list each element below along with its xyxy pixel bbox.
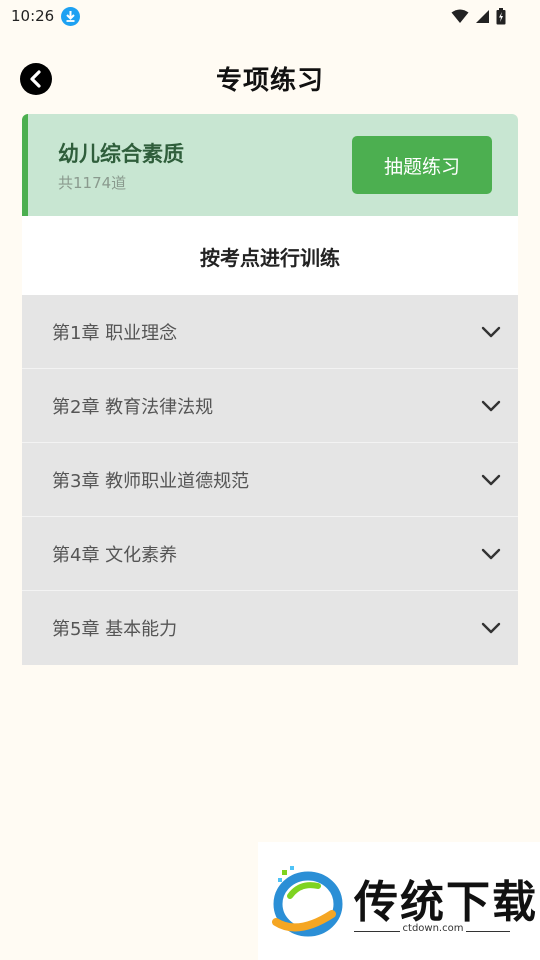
page-title: 专项练习 <box>215 65 324 96</box>
question-count: 共1174道 <box>58 174 127 192</box>
chapter-list: 第1章 职业理念 第2章 教育法律法规 第3章 教师职业道德规范 第4章 文化素… <box>22 295 518 665</box>
wifi-icon <box>451 9 469 23</box>
chapter-label: 第5章 基本能力 <box>52 619 178 640</box>
watermark-url: ctdown.com <box>402 923 464 934</box>
section-title: 按考点进行训练 <box>200 245 340 270</box>
chapter-label: 第2章 教育法律法规 <box>52 396 214 418</box>
battery-icon <box>496 7 506 24</box>
random-practice-button[interactable]: 抽题练习 <box>352 136 492 194</box>
back-button[interactable] <box>20 63 52 95</box>
status-right <box>451 7 506 25</box>
watermark: 传统下载 ctdown.com <box>258 842 540 960</box>
chapter-item-5[interactable]: 第5章 基本能力 <box>22 591 518 665</box>
chevron-down-icon[interactable] <box>480 543 502 565</box>
chevron-left-icon <box>30 70 41 88</box>
chevron-down-icon[interactable] <box>480 617 502 639</box>
subject-summary-card: 幼儿综合素质 共1174道 抽题练习 <box>22 114 518 216</box>
chevron-down-icon[interactable] <box>480 395 502 417</box>
chapter-item-1[interactable]: 第1章 职业理念 <box>22 295 518 369</box>
watermark-brand: 传统下载 <box>354 877 538 928</box>
subject-name: 幼儿综合素质 <box>58 142 184 166</box>
chapter-label: 第4章 文化素养 <box>52 544 178 566</box>
divider <box>354 931 400 932</box>
status-time: 10:26 <box>11 7 55 25</box>
chevron-down-icon[interactable] <box>480 469 502 491</box>
status-bar: 10:26 <box>0 0 540 32</box>
divider <box>466 931 510 932</box>
download-icon <box>61 6 81 26</box>
chevron-down-icon[interactable] <box>480 321 502 343</box>
header: 专项练习 <box>0 52 540 104</box>
chapter-item-2[interactable]: 第2章 教育法律法规 <box>22 369 518 443</box>
signal-icon <box>476 9 489 23</box>
chapter-item-3[interactable]: 第3章 教师职业道德规范 <box>22 443 518 517</box>
chapter-label: 第1章 职业理念 <box>52 322 178 344</box>
chapter-label: 第3章 教师职业道德规范 <box>52 470 250 492</box>
chapter-item-4[interactable]: 第4章 文化素养 <box>22 517 518 591</box>
brand-logo-icon <box>272 866 343 937</box>
status-left: 10:26 <box>11 6 81 26</box>
section-header: 按考点进行训练 <box>22 216 518 296</box>
